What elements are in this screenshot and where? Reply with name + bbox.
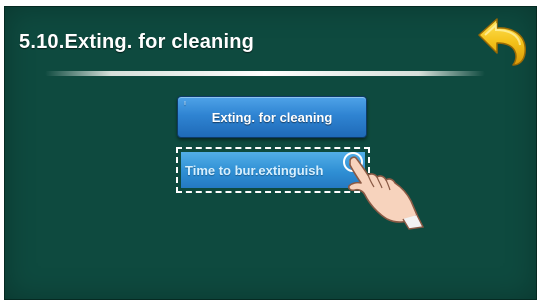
button-label: Exting. for cleaning	[211, 109, 333, 125]
back-button[interactable]	[475, 15, 531, 67]
page-title: 5.10.Exting. for cleaning	[19, 31, 255, 53]
selected-button-face: Time to bur.extinguish	[181, 152, 365, 188]
back-arrow-icon	[478, 18, 526, 66]
exting-for-cleaning-button[interactable]: ı Exting. for cleaning	[177, 96, 367, 138]
button-label: Time to bur.extinguish	[185, 162, 324, 178]
title-divider	[45, 71, 485, 76]
button-corner-mark: ı	[184, 100, 186, 107]
time-to-burner-extinguish-button[interactable]: Time to bur.extinguish	[176, 147, 370, 193]
controller-screen: 5.10.Exting. for cleaning ı Exting. for …	[4, 6, 537, 300]
